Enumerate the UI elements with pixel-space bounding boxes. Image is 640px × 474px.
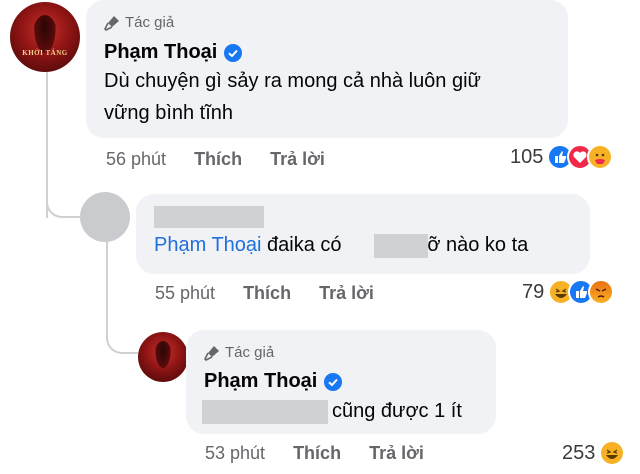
comment-text-line: vững bình tĩnh xyxy=(104,102,234,124)
comment-text-line: Dù chuyện gì sảy ra mong cả nhà luôn giữ xyxy=(104,70,481,92)
like-button[interactable]: Thích xyxy=(194,149,242,170)
care-icon xyxy=(587,144,614,170)
avatar[interactable]: KHỞI TÁNG xyxy=(10,2,80,72)
comment-text: cũng được 1 ít xyxy=(332,400,462,422)
author-badge: Tác giả xyxy=(104,14,174,31)
mention-link[interactable]: Phạm Thoại xyxy=(154,234,261,256)
comment-author-name[interactable]: Phạm Thoại xyxy=(104,41,243,64)
haha-icon xyxy=(599,440,626,466)
verified-badge-icon xyxy=(324,372,343,391)
author-tag-label: Tác giả xyxy=(125,14,175,31)
reaction-summary[interactable]: 105 xyxy=(510,144,614,170)
reaction-count: 79 xyxy=(522,280,545,303)
reaction-summary[interactable]: 79 xyxy=(522,279,615,305)
reaction-count: 105 xyxy=(510,145,544,168)
reaction-count: 253 xyxy=(562,441,596,464)
comment-text-part: đaika có xyxy=(267,234,342,256)
like-button[interactable]: Thích xyxy=(243,283,291,304)
comment-meta: 56 phút Thích Trả lời xyxy=(106,149,353,170)
redacted-username xyxy=(154,206,264,228)
like-button[interactable]: Thích xyxy=(293,443,341,464)
comment-meta: 55 phút Thích Trả lời xyxy=(155,283,402,304)
angry-icon xyxy=(588,279,615,305)
redacted-text xyxy=(374,234,428,258)
comment-time[interactable]: 55 phút xyxy=(155,283,215,304)
author-tag-label: Tác giả xyxy=(225,344,275,361)
author-badge: Tác giả xyxy=(204,344,274,361)
comment-bubble: Tác giả Phạm Thoại Dù chuyện gì sảy ra m… xyxy=(86,0,568,138)
reply-button[interactable]: Trả lời xyxy=(319,283,374,304)
comment-author-name[interactable]: Phạm Thoại xyxy=(204,370,343,393)
verified-badge-icon xyxy=(224,43,243,62)
reply-button[interactable]: Trả lời xyxy=(270,149,325,170)
comment-text-part: mỡ nào ko ta xyxy=(410,234,529,256)
comment-time[interactable]: 56 phút xyxy=(106,149,166,170)
reaction-summary[interactable]: 253 xyxy=(562,440,626,466)
thread-elbow-reply-2 xyxy=(106,318,138,354)
microphone-icon xyxy=(104,15,119,31)
redacted-text xyxy=(202,400,328,424)
avatar[interactable] xyxy=(138,332,188,382)
comment-meta: 53 phút Thích Trả lời xyxy=(205,443,452,464)
avatar[interactable] xyxy=(80,192,130,242)
comment-time[interactable]: 53 phút xyxy=(205,443,265,464)
comment-bubble: Tác giả Phạm Thoại cũng được 1 ít xyxy=(186,330,496,434)
comment-bubble: Phạm Thoại đaika có mỡ nào ko ta xyxy=(136,194,590,274)
reply-button[interactable]: Trả lời xyxy=(369,443,424,464)
comment-text: Phạm Thoại đaika có mỡ nào ko ta xyxy=(154,230,528,260)
microphone-icon xyxy=(204,345,219,361)
thread-elbow-reply-1 xyxy=(46,180,80,218)
